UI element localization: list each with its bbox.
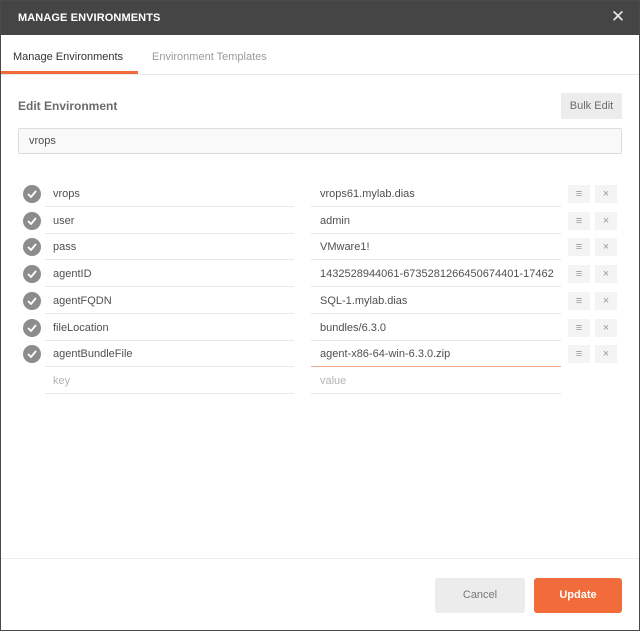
- row-remove-icon[interactable]: ×: [595, 212, 617, 230]
- variable-value-input[interactable]: bundles/6.3.0: [311, 315, 561, 341]
- checkmark-icon[interactable]: [23, 345, 41, 363]
- close-icon[interactable]: ✕: [609, 8, 627, 26]
- variable-key-input[interactable]: vrops: [45, 181, 294, 207]
- tab-manage-environments[interactable]: Manage Environments: [13, 51, 123, 63]
- new-value-input[interactable]: value: [311, 368, 561, 394]
- variable-row: agentID 1432528944061-6735281266450674401…: [1, 261, 639, 288]
- row-remove-icon[interactable]: ×: [595, 292, 617, 310]
- modal-title: MANAGE ENVIRONMENTS: [18, 12, 161, 24]
- variable-value-input[interactable]: 1432528944061-6735281266450674401-17462: [311, 261, 561, 287]
- footer-divider: [1, 558, 639, 559]
- variable-row: user admin ≡ ×: [1, 208, 639, 235]
- row-menu-icon[interactable]: ≡: [568, 319, 590, 337]
- update-button[interactable]: Update: [534, 578, 622, 613]
- variable-key-input[interactable]: agentID: [45, 261, 294, 287]
- bulk-edit-button[interactable]: Bulk Edit: [561, 93, 622, 119]
- row-menu-icon[interactable]: ≡: [568, 265, 590, 283]
- tab-bar: Manage Environments Environment Template…: [1, 35, 639, 75]
- row-menu-icon[interactable]: ≡: [568, 345, 590, 363]
- row-remove-icon[interactable]: ×: [595, 265, 617, 283]
- modal-titlebar: MANAGE ENVIRONMENTS ✕: [1, 1, 639, 35]
- checkmark-icon[interactable]: [23, 238, 41, 256]
- tab-environment-templates[interactable]: Environment Templates: [152, 51, 267, 63]
- variable-value-input[interactable]: vrops61.mylab.dias: [311, 181, 561, 207]
- section-title: Edit Environment: [18, 99, 118, 113]
- variable-row: vrops vrops61.mylab.dias ≡ ×: [1, 181, 639, 208]
- variable-row: fileLocation bundles/6.3.0 ≡ ×: [1, 315, 639, 342]
- row-menu-icon[interactable]: ≡: [568, 212, 590, 230]
- cancel-button[interactable]: Cancel: [435, 578, 525, 613]
- variable-value-input[interactable]: VMware1!: [311, 234, 561, 260]
- checkmark-icon[interactable]: [23, 319, 41, 337]
- checkmark-icon[interactable]: [23, 212, 41, 230]
- variable-value-input[interactable]: agent-x86-64-win-6.3.0.zip: [311, 341, 561, 367]
- active-tab-indicator: [1, 71, 138, 74]
- environment-name-input[interactable]: vrops: [18, 128, 622, 154]
- row-remove-icon[interactable]: ×: [595, 185, 617, 203]
- row-remove-icon[interactable]: ×: [595, 238, 617, 256]
- checkmark-icon[interactable]: [23, 265, 41, 283]
- variable-key-input[interactable]: agentBundleFile: [45, 341, 294, 367]
- variable-value-input[interactable]: SQL-1.mylab.dias: [311, 288, 561, 314]
- variable-row: pass VMware1! ≡ ×: [1, 234, 639, 261]
- variable-value-input[interactable]: admin: [311, 208, 561, 234]
- manage-environments-modal: MANAGE ENVIRONMENTS ✕ Manage Environment…: [0, 0, 640, 631]
- row-menu-icon[interactable]: ≡: [568, 238, 590, 256]
- row-menu-icon[interactable]: ≡: [568, 292, 590, 310]
- new-key-input[interactable]: key: [45, 368, 294, 394]
- variable-row: agentFQDN SQL-1.mylab.dias ≡ ×: [1, 288, 639, 315]
- row-remove-icon[interactable]: ×: [595, 319, 617, 337]
- checkmark-icon[interactable]: [23, 292, 41, 310]
- row-menu-icon[interactable]: ≡: [568, 185, 590, 203]
- variable-key-input[interactable]: user: [45, 208, 294, 234]
- variable-key-input[interactable]: fileLocation: [45, 315, 294, 341]
- variable-key-input[interactable]: pass: [45, 234, 294, 260]
- row-remove-icon[interactable]: ×: [595, 345, 617, 363]
- checkmark-icon[interactable]: [23, 185, 41, 203]
- variable-key-input[interactable]: agentFQDN: [45, 288, 294, 314]
- variable-row: agentBundleFile agent-x86-64-win-6.3.0.zi…: [1, 341, 639, 368]
- new-variable-row: key value: [1, 368, 639, 395]
